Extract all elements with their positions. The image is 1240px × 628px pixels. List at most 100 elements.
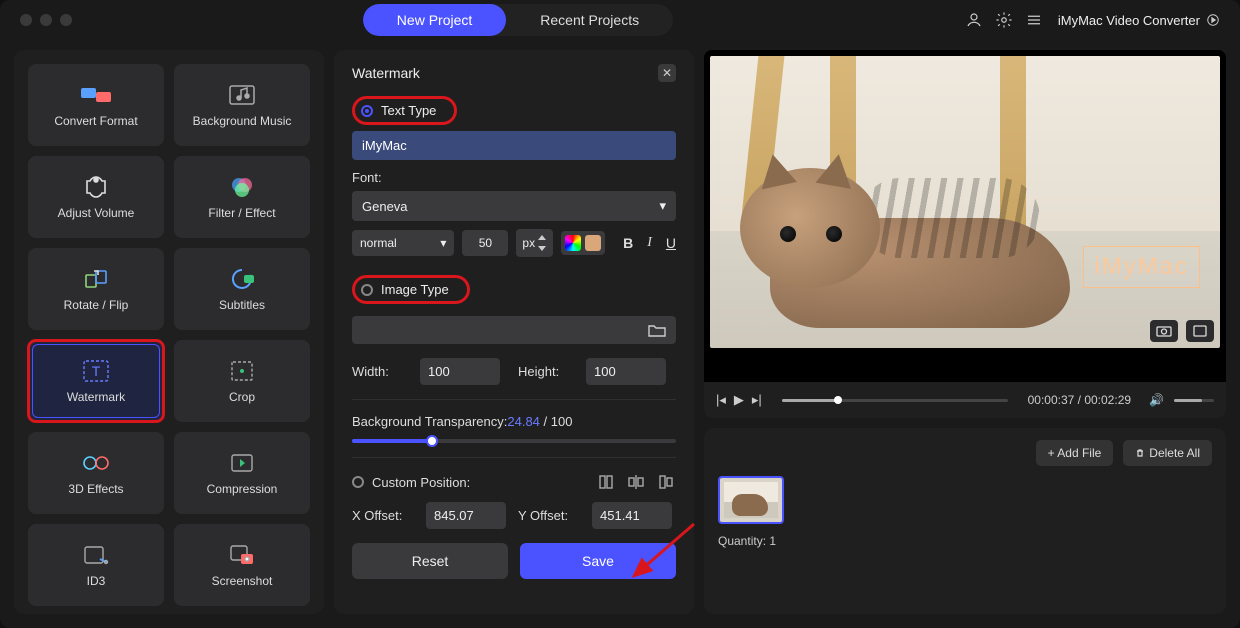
tool-screenshot[interactable]: Screenshot	[174, 524, 310, 606]
3d-effects-icon	[79, 450, 113, 476]
tool-rotate-flip[interactable]: Rotate / Flip	[28, 248, 164, 330]
playback-bar: |◂ ▶ ▸| 00:00:37 / 00:02:29 🔊	[704, 382, 1226, 418]
trash-icon	[1135, 448, 1145, 458]
watermark-panel: Watermark ✕ Text Type Font: Geneva ▾ nor…	[334, 50, 694, 614]
height-input[interactable]	[586, 358, 666, 385]
x-offset-input[interactable]	[426, 502, 506, 529]
y-offset-input[interactable]	[592, 502, 672, 529]
tool-convert-format[interactable]: Convert Format	[28, 64, 164, 146]
adjust-volume-icon	[79, 174, 113, 200]
text-type-label: Text Type	[381, 103, 436, 118]
chevron-down-icon: ▾	[440, 236, 446, 250]
width-label: Width:	[352, 364, 410, 379]
close-window-icon[interactable]	[20, 14, 32, 26]
underline-button[interactable]: U	[666, 235, 676, 251]
tool-label: Watermark	[67, 390, 125, 404]
text-type-radio[interactable]: Text Type	[352, 96, 457, 125]
tool-label: Crop	[229, 390, 255, 404]
save-button[interactable]: Save	[520, 543, 676, 579]
account-icon[interactable]	[964, 10, 984, 30]
fullscreen-button[interactable]	[1186, 320, 1214, 342]
background-music-icon	[225, 82, 259, 108]
snapshot-button[interactable]	[1150, 320, 1178, 342]
chevron-down-icon: ▾	[659, 198, 666, 214]
tool-label: Subtitles	[219, 298, 265, 312]
tool-filter-effect[interactable]: Filter / Effect	[174, 156, 310, 238]
folder-open-icon	[648, 323, 666, 337]
file-area: + Add File Delete All Quantity: 1	[704, 428, 1226, 614]
prev-frame-button[interactable]: |◂	[716, 392, 726, 408]
bg-transparency-slider[interactable]	[352, 439, 676, 443]
tool-watermark[interactable]: T Watermark	[28, 340, 164, 422]
tab-new-project[interactable]: New Project	[363, 4, 506, 36]
titlebar: New Project Recent Projects iMyMac Video…	[0, 0, 1240, 40]
panel-title: Watermark	[352, 65, 420, 81]
align-center-button[interactable]	[626, 472, 646, 492]
tool-adjust-volume[interactable]: Adjust Volume	[28, 156, 164, 238]
watermark-overlay: iMyMac	[1083, 246, 1200, 288]
next-frame-button[interactable]: ▸|	[752, 392, 762, 408]
compression-icon	[225, 450, 259, 476]
volume-slider[interactable]	[1174, 399, 1214, 402]
subtitles-icon	[225, 266, 259, 292]
settings-icon[interactable]	[994, 10, 1014, 30]
close-panel-button[interactable]: ✕	[658, 64, 676, 82]
tool-background-music[interactable]: Background Music	[174, 64, 310, 146]
delete-all-button[interactable]: Delete All	[1123, 440, 1212, 466]
seek-slider[interactable]	[782, 399, 1008, 402]
reset-button[interactable]: Reset	[352, 543, 508, 579]
crop-icon	[225, 358, 259, 384]
rotate-flip-icon	[79, 266, 113, 292]
x-offset-label: X Offset:	[352, 508, 416, 523]
volume-icon[interactable]: 🔊	[1149, 393, 1164, 407]
bg-transparency-label: Background Transparency:24.84 / 100	[352, 414, 676, 429]
font-size-unit-stepper[interactable]: px	[516, 229, 553, 257]
image-path-field[interactable]	[352, 316, 676, 344]
tool-label: Rotate / Flip	[64, 298, 129, 312]
font-weight-select[interactable]: normal▾	[352, 230, 454, 256]
tab-recent-projects[interactable]: Recent Projects	[506, 4, 673, 36]
convert-format-icon	[79, 82, 113, 108]
align-right-button[interactable]	[656, 472, 676, 492]
tool-label: Background Music	[193, 114, 292, 128]
align-left-button[interactable]	[596, 472, 616, 492]
tool-crop[interactable]: Crop	[174, 340, 310, 422]
color-picker[interactable]	[561, 231, 605, 255]
minimize-window-icon[interactable]	[40, 14, 52, 26]
add-file-button[interactable]: + Add File	[1036, 440, 1114, 466]
watermark-text-input[interactable]	[352, 131, 676, 160]
radio-icon	[361, 105, 373, 117]
window-controls	[20, 14, 72, 26]
radio-icon	[352, 476, 364, 488]
tool-label: 3D Effects	[68, 482, 123, 496]
tool-subtitles[interactable]: Subtitles	[174, 248, 310, 330]
playback-time: 00:00:37 / 00:02:29	[1028, 393, 1131, 407]
font-select[interactable]: Geneva ▾	[352, 191, 676, 221]
project-tab-switch: New Project Recent Projects	[363, 4, 673, 36]
font-size-input[interactable]	[462, 230, 508, 256]
italic-button[interactable]: I	[647, 235, 652, 251]
tool-label: Compression	[207, 482, 278, 496]
tool-3d-effects[interactable]: 3D Effects	[28, 432, 164, 514]
play-button[interactable]: ▶	[734, 392, 744, 408]
custom-position-label: Custom Position:	[372, 475, 470, 490]
filter-effect-icon	[225, 174, 259, 200]
id3-icon	[79, 542, 113, 568]
image-type-radio[interactable]: Image Type	[352, 275, 470, 304]
menu-icon[interactable]	[1024, 10, 1044, 30]
watermark-icon: T	[79, 358, 113, 384]
maximize-window-icon[interactable]	[60, 14, 72, 26]
bold-button[interactable]: B	[623, 235, 633, 251]
tool-id3[interactable]: ID3	[28, 524, 164, 606]
y-offset-label: Y Offset:	[518, 508, 582, 523]
tool-label: ID3	[87, 574, 106, 588]
file-thumbnail[interactable]	[718, 476, 784, 524]
width-input[interactable]	[420, 358, 500, 385]
tool-label: Filter / Effect	[208, 206, 275, 220]
play-circle-icon	[1206, 13, 1220, 27]
radio-icon	[361, 284, 373, 296]
image-type-label: Image Type	[381, 282, 449, 297]
quantity-label: Quantity: 1	[718, 534, 1212, 548]
app-name: iMyMac Video Converter	[1058, 13, 1220, 28]
tool-compression[interactable]: Compression	[174, 432, 310, 514]
